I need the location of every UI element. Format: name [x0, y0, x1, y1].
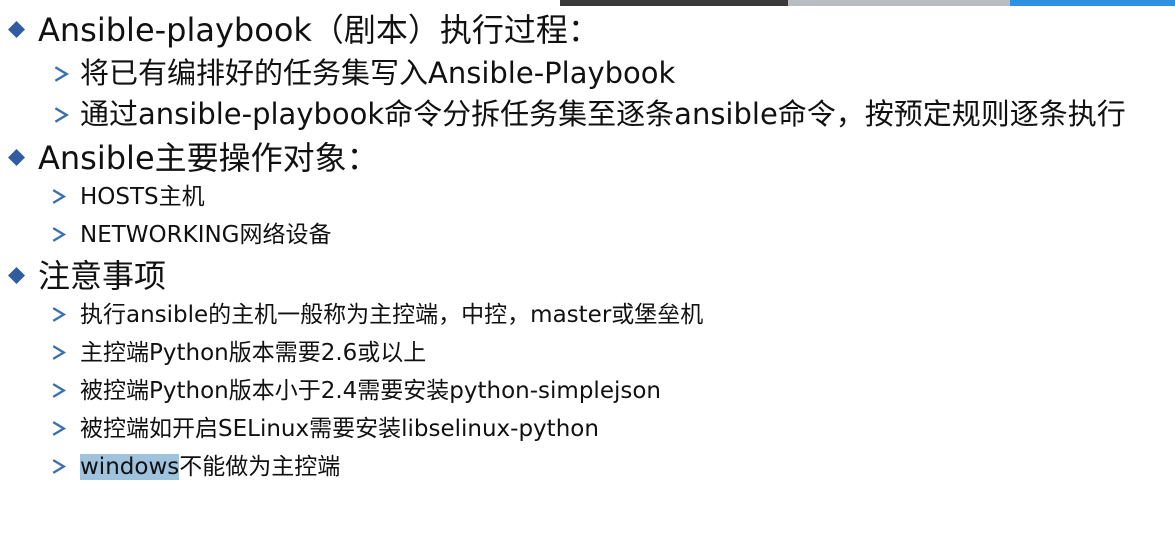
diamond-bullet-icon [8, 21, 25, 38]
list-item: 将已有编排好的任务集写入Ansible-Playbook [0, 56, 1175, 91]
arrow-bullet-icon [52, 227, 67, 242]
list-item: windows不能做为主控端 [0, 450, 1175, 484]
top-progress-bar [0, 0, 1175, 6]
list-item: 通过ansible-playbook命令分拆任务集至逐条ansible命令，按预… [0, 97, 1175, 132]
highlighted-text: windows [80, 454, 180, 480]
list-item: NETWORKING网络设备 [0, 218, 1175, 252]
arrow-bullet-icon [52, 307, 67, 322]
section-heading-playbook: Ansible-playbook（剧本）执行过程： [0, 10, 1175, 50]
arrow-bullet-icon [52, 421, 67, 436]
item-text: 被控端如开启SELinux需要安装libselinux-python [80, 416, 599, 442]
item-text: 不能做为主控端 [179, 454, 341, 480]
list-item: 主控端Python版本需要2.6或以上 [0, 336, 1175, 370]
list-item: 执行ansible的主机一般称为主控端，中控，master或堡垒机 [0, 298, 1175, 332]
arrow-bullet-icon [52, 189, 67, 204]
item-text: 通过ansible-playbook命令分拆任务集至逐条ansible命令，按预… [80, 97, 1126, 131]
heading-text: 注意事项 [38, 257, 167, 295]
heading-text: Ansible主要操作对象： [38, 139, 379, 177]
list-item: 被控端如开启SELinux需要安装libselinux-python [0, 412, 1175, 446]
item-text: 将已有编排好的任务集写入Ansible-Playbook [80, 56, 676, 90]
item-text: 被控端Python版本小于2.4需要安装python-simplejson [80, 378, 661, 404]
arrow-bullet-icon [54, 107, 70, 123]
list-item: 被控端Python版本小于2.4需要安装python-simplejson [0, 374, 1175, 408]
list-item: HOSTS主机 [0, 180, 1175, 214]
diamond-bullet-icon [8, 149, 25, 166]
heading-text: Ansible-playbook（剧本）执行过程： [38, 11, 600, 49]
arrow-bullet-icon [52, 345, 67, 360]
arrow-bullet-icon [54, 66, 70, 82]
diamond-bullet-icon [8, 267, 25, 284]
item-text: 主控端Python版本需要2.6或以上 [80, 340, 427, 366]
slide-content: Ansible-playbook（剧本）执行过程： 将已有编排好的任务集写入An… [0, 10, 1175, 488]
arrow-bullet-icon [52, 459, 67, 474]
item-text: HOSTS主机 [80, 184, 205, 210]
item-text: 执行ansible的主机一般称为主控端，中控，master或堡垒机 [80, 302, 704, 328]
arrow-bullet-icon [52, 383, 67, 398]
section-heading-notes: 注意事项 [0, 256, 1175, 296]
item-text: NETWORKING网络设备 [80, 222, 332, 248]
section-heading-objects: Ansible主要操作对象： [0, 138, 1175, 178]
